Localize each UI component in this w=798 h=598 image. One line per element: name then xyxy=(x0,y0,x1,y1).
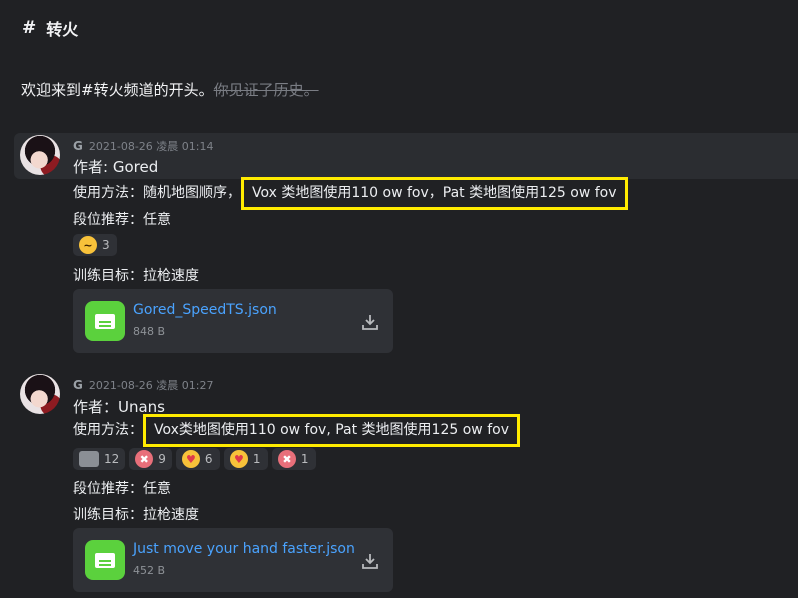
welcome-strike-text: 你见证了历史。 xyxy=(213,81,319,99)
laughing-emoji-icon: ∼ xyxy=(79,236,97,254)
message-meta: G 2021-08-26 凌晨 01:27 xyxy=(73,377,213,393)
avatar[interactable] xyxy=(20,135,60,175)
author-name[interactable]: G xyxy=(73,139,83,153)
file-attachment[interactable]: Just move your hand faster.json 452 B xyxy=(73,528,393,592)
heart-eyes-emoji-icon: ♥ xyxy=(181,450,200,468)
reaction[interactable]: ✖ 1 xyxy=(271,448,316,470)
usage-prefix: 使用方法： xyxy=(73,422,143,438)
message-meta: G 2021-08-26 凌晨 01:14 xyxy=(73,138,213,154)
usage-line: 使用方法： Vox类地图使用110 ow fov, Pat 类地图使用125 ow… xyxy=(73,414,520,447)
usage-line: 使用方法：随机地图顺序， Vox 类地图使用110 ow fov，Pat 类地图使… xyxy=(73,177,628,210)
usage-prefix: 使用方法：随机地图顺序， xyxy=(73,185,241,201)
goal-line: 训练目标：拉枪速度 xyxy=(73,268,199,284)
file-size: 452 B xyxy=(133,564,166,577)
custom-face-emoji-icon xyxy=(79,451,99,467)
download-icon[interactable] xyxy=(359,550,381,572)
reaction-count: 1 xyxy=(300,452,309,466)
highlight-box: Vox类地图使用110 ow fov, Pat 类地图使用125 ow fov xyxy=(143,414,520,447)
angry-face-emoji-icon: ✖ xyxy=(277,450,296,468)
reaction-count: 6 xyxy=(204,452,213,466)
reaction-count: 9 xyxy=(158,452,166,466)
reaction[interactable]: 12 xyxy=(73,448,126,470)
reaction-count: 12 xyxy=(104,452,120,466)
file-name-link[interactable]: Just move your hand faster.json xyxy=(133,541,355,557)
file-attachment[interactable]: Gored_SpeedTS.json 848 B xyxy=(73,289,393,353)
reaction-count: 1 xyxy=(252,452,261,466)
author-name[interactable]: G xyxy=(73,378,83,392)
channel-welcome: 欢迎来到#转火频道的开头。你见证了历史。 xyxy=(21,79,319,100)
timestamp: 2021-08-26 凌晨 01:14 xyxy=(88,140,214,153)
file-size: 848 B xyxy=(133,325,166,338)
download-icon[interactable] xyxy=(359,311,381,333)
author-line: 作者: Gored xyxy=(73,158,159,176)
hash-icon: # xyxy=(22,18,37,38)
angry-face-emoji-icon: ✖ xyxy=(135,450,154,468)
reaction[interactable]: ∼ 3 xyxy=(73,234,117,256)
heart-eyes-emoji-icon: ♥ xyxy=(229,450,248,468)
reaction[interactable]: ✖ 9 xyxy=(129,448,172,470)
reaction-count: 3 xyxy=(102,238,110,252)
file-name-link[interactable]: Gored_SpeedTS.json xyxy=(133,302,277,318)
reactions: ∼ 3 xyxy=(73,234,117,256)
reaction[interactable]: ♥ 1 xyxy=(223,448,268,470)
welcome-text: 欢迎来到#转火频道的开头。 xyxy=(21,81,214,99)
file-icon xyxy=(85,301,125,341)
avatar[interactable] xyxy=(20,374,60,414)
rank-line: 段位推荐：任意 xyxy=(73,481,171,497)
channel-name: 转火 xyxy=(46,20,79,39)
reactions: 12 ✖ 9 ♥ 6 ♥ 1 ✖ 1 xyxy=(73,448,316,470)
file-icon xyxy=(85,540,125,580)
reaction[interactable]: ♥ 6 xyxy=(175,448,220,470)
rank-line: 段位推荐：任意 xyxy=(73,212,171,228)
goal-line: 训练目标：拉枪速度 xyxy=(73,507,199,523)
highlight-box: Vox 类地图使用110 ow fov，Pat 类地图使用125 ow fov xyxy=(241,177,628,210)
channel-header: # 转火 xyxy=(22,16,78,40)
timestamp: 2021-08-26 凌晨 01:27 xyxy=(88,379,214,392)
